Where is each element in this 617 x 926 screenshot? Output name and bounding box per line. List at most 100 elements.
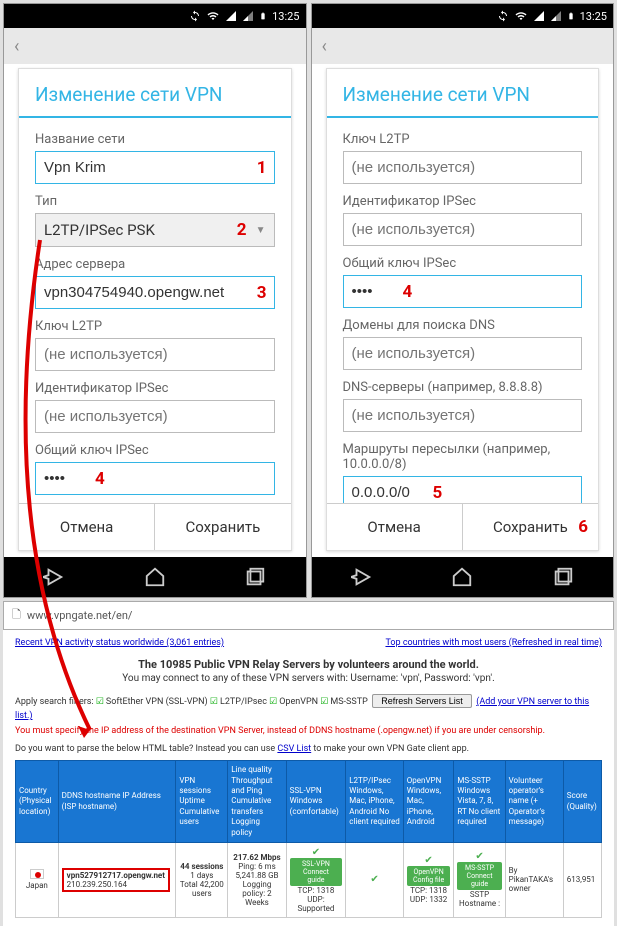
save-button[interactable]: Сохранить	[154, 504, 290, 550]
dialog-title: Изменение сети VPN	[327, 69, 599, 118]
input-dns-servers[interactable]	[343, 399, 583, 432]
annotation-5: 5	[433, 483, 443, 503]
check-icon: ✔	[475, 851, 483, 862]
globe-icon: 🗋	[12, 606, 21, 625]
wifi-icon	[514, 10, 528, 22]
checkbox-icon[interactable]: ☑	[96, 697, 104, 707]
input-l2tp-key[interactable]	[35, 338, 275, 371]
label-l2tp-key: Ключ L2TP	[343, 132, 583, 147]
openvpn-config-button[interactable]: OpenVPN Config file	[407, 866, 451, 886]
checkbox-icon[interactable]: ☑	[210, 697, 218, 707]
table-row: Japan vpn527912717.opengw.net 210.239.25…	[16, 842, 602, 917]
sstp-guide-button[interactable]: MS-SSTP Connect guide	[457, 862, 501, 890]
cancel-button[interactable]: Отмена	[19, 504, 154, 550]
status-bar: 13:25	[312, 4, 614, 28]
phone-left: 13:25 ‹ Изменение сети VPN Название сети…	[3, 3, 307, 598]
input-l2tp-key[interactable]	[343, 151, 583, 184]
input-ipsec-shared[interactable]	[35, 462, 275, 495]
action-bar: ‹	[4, 28, 306, 64]
annotation-3: 3	[257, 283, 267, 303]
col-openvpn: OpenVPN Windows, Mac, iPhone, Android	[403, 761, 454, 843]
input-ipsec-shared[interactable]	[343, 275, 583, 308]
input-vpn-name[interactable]	[35, 151, 275, 184]
back-chevron-icon[interactable]: ‹	[322, 36, 327, 57]
sync-icon	[189, 10, 201, 22]
input-ipsec-id[interactable]	[343, 213, 583, 246]
battery-icon	[259, 9, 267, 23]
status-bar: 13:25	[4, 4, 306, 28]
dialog-title: Изменение сети VPN	[19, 69, 291, 118]
action-bar: ‹	[312, 28, 614, 64]
status-time: 13:25	[580, 10, 607, 23]
nav-bar	[4, 557, 306, 597]
battery-icon	[567, 9, 575, 23]
signal-icon	[225, 10, 237, 22]
annotation-1: 1	[257, 158, 267, 178]
save-button[interactable]: Сохранить6	[462, 504, 598, 550]
annotation-4: 4	[403, 282, 413, 302]
label-vpn-name: Название сети	[35, 132, 275, 147]
label-ipsec-id: Идентификатор IPSec	[343, 194, 583, 209]
col-country: Country (Physical location)	[16, 761, 59, 843]
url-bar[interactable]: 🗋 www.vpngate.net/en/	[3, 601, 614, 630]
label-vpn-type: Тип	[35, 194, 275, 209]
col-ddns: DDNS hostname IP Address (ISP hostname)	[58, 761, 176, 843]
col-quality: Line quality Throughput and Ping Cumulat…	[228, 761, 286, 843]
label-server-addr: Адрес сервера	[35, 257, 275, 272]
input-dns-search[interactable]	[343, 337, 583, 370]
col-sslvpn: SSL-VPN Windows (comfortable)	[286, 761, 346, 843]
nav-recent-icon[interactable]	[244, 566, 266, 588]
filters-label: Apply search filters:	[15, 697, 94, 707]
wifi-icon	[206, 10, 220, 22]
status-time: 13:25	[272, 10, 299, 23]
check-icon: ✔	[424, 855, 432, 866]
input-routes[interactable]	[343, 476, 583, 503]
col-sessions: VPN sessions Uptime Cumulative users	[176, 761, 228, 843]
link-recent-activity[interactable]: Recent VPN activity status worldwide (3,…	[15, 638, 224, 648]
col-l2tp: L2TP/IPsec Windows, Mac, iPhone, Android…	[346, 761, 404, 843]
label-l2tp-key: Ключ L2TP	[35, 319, 275, 334]
servers-subline: You may connect to any of these VPN serv…	[15, 673, 602, 684]
check-icon: ✔	[312, 847, 320, 858]
annotation-6: 6	[578, 517, 588, 537]
highlighted-server: vpn527912717.opengw.net 210.239.250.164	[62, 868, 170, 892]
annotation-2: 2	[237, 220, 247, 240]
cancel-button[interactable]: Отмена	[327, 504, 462, 550]
label-dns-servers: DNS-серверы (например, 8.8.8.8)	[343, 380, 583, 395]
refresh-servers-button[interactable]: Refresh Servers List	[372, 694, 472, 708]
csv-list-link[interactable]: CSV List	[277, 744, 311, 754]
label-ipsec-id: Идентификатор IPSec	[35, 381, 275, 396]
input-server-addr[interactable]	[35, 276, 275, 309]
signal-icon	[533, 10, 545, 22]
nav-bar	[312, 557, 614, 597]
url-text: www.vpngate.net/en/	[27, 609, 133, 622]
checkbox-icon[interactable]: ☑	[269, 697, 277, 707]
label-ipsec-shared: Общий ключ IPSec	[343, 256, 583, 271]
annotation-4: 4	[95, 469, 105, 489]
warning-text: You must specify the IP address of the d…	[15, 726, 545, 736]
label-routes: Маршруты пересылки (например, 10.0.0.0/8…	[343, 442, 583, 472]
checkbox-icon[interactable]: ☑	[320, 697, 328, 707]
nav-recent-icon[interactable]	[552, 566, 574, 588]
label-dns-search: Домены для поиска DNS	[343, 318, 583, 333]
nav-back-icon[interactable]	[351, 566, 373, 588]
server-table: Country (Physical location) DDNS hostnam…	[15, 760, 602, 918]
browser-window: 🗋 www.vpngate.net/en/ Recent VPN activit…	[3, 601, 614, 926]
back-chevron-icon[interactable]: ‹	[14, 36, 19, 57]
input-ipsec-id[interactable]	[35, 400, 275, 433]
check-icon: ✔	[370, 874, 378, 885]
nav-home-icon[interactable]	[451, 566, 473, 588]
link-top-countries[interactable]: Top countries with most users (Refreshed…	[385, 638, 602, 648]
phone-right: 13:25 ‹ Изменение сети VPN Ключ L2TP Иде…	[311, 3, 615, 598]
vpn-edit-dialog: Изменение сети VPN Ключ L2TP Идентификат…	[326, 68, 600, 551]
servers-headline: The 10985 Public VPN Relay Servers by vo…	[15, 658, 602, 671]
flag-japan-icon	[30, 869, 44, 879]
signal-icon-2	[550, 10, 562, 22]
nav-back-icon[interactable]	[43, 566, 65, 588]
nav-home-icon[interactable]	[144, 566, 166, 588]
col-operator: Volunteer operator's name (+ Operator's …	[505, 761, 563, 843]
col-sstp: MS-SSTP Windows Vista, 7, 8, RT No clien…	[454, 761, 505, 843]
dropdown-triangle-icon: ▼	[256, 225, 266, 236]
signal-icon-2	[242, 10, 254, 22]
sslvpn-guide-button[interactable]: SSL-VPN Connect guide	[290, 858, 343, 886]
